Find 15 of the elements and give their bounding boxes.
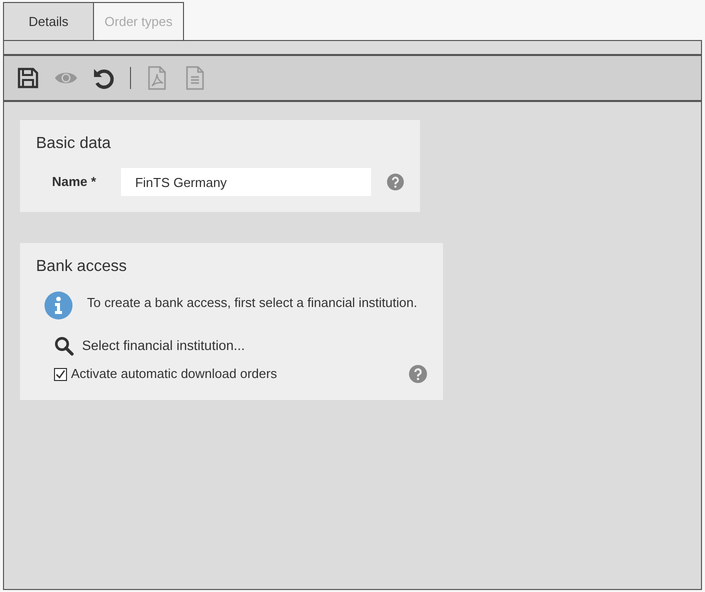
help-icon[interactable] — [409, 365, 427, 383]
select-institution-link[interactable]: Select financial institution... — [82, 336, 245, 356]
help-icon[interactable] — [387, 173, 404, 191]
save-icon[interactable] — [16, 66, 40, 90]
section-title: Basic data — [36, 134, 112, 154]
checkbox[interactable] — [54, 368, 67, 380]
field-label: Name * — [51, 173, 98, 192]
info-icon — [44, 291, 73, 320]
search-icon[interactable] — [54, 336, 74, 356]
undo-icon[interactable] — [92, 66, 116, 90]
checkbox-label: Activate automatic download orders — [71, 365, 277, 384]
tab[interactable]: Details — [3, 2, 94, 40]
section-title: Bank access — [36, 257, 128, 277]
info-text: To create a bank access, first select a financial institution. — [87, 294, 418, 312]
name-field[interactable]: FinTS Germany — [121, 168, 372, 196]
